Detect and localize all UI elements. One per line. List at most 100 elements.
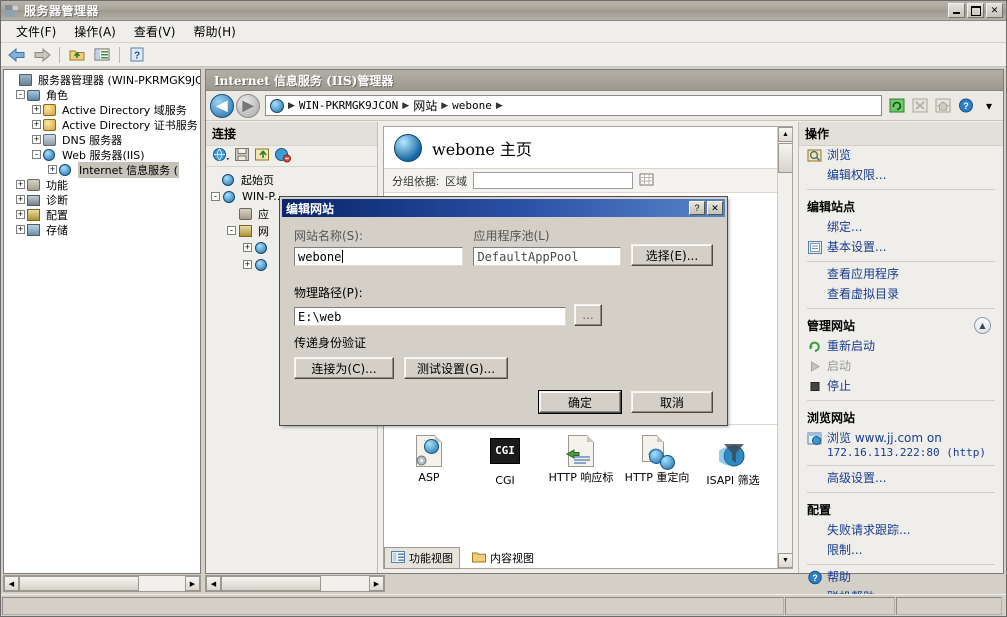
expander-plus-icon[interactable]: + (32, 135, 41, 144)
expander-plus-icon[interactable]: + (16, 195, 25, 204)
chevron-up-icon[interactable]: ▲ (974, 317, 991, 334)
menu-help[interactable]: 帮助(H) (184, 21, 244, 42)
expander-plus-icon[interactable]: + (16, 180, 25, 189)
scroll-right-button[interactable]: ▶ (369, 576, 384, 591)
scroll-right-button[interactable]: ▶ (185, 576, 200, 591)
tree-node-ad-ds[interactable]: + Active Directory 域服务 (6, 102, 200, 117)
tree-node-web-server[interactable]: - Web 服务器(IIS) (6, 147, 200, 162)
dialog-close-button[interactable]: ✕ (707, 201, 723, 215)
stop-icon[interactable] (910, 96, 930, 115)
action-limits[interactable]: 限制... (799, 541, 1003, 561)
scroll-down-button[interactable]: ▼ (778, 553, 792, 568)
connections-horizontal-scrollbar[interactable]: ◀ ▶ (205, 575, 385, 592)
minimize-button[interactable] (948, 3, 965, 18)
breadcrumb-sites[interactable]: 网站 (413, 97, 437, 114)
breadcrumb-site[interactable]: webone (452, 99, 492, 112)
action-browse[interactable]: 浏览 (799, 146, 1003, 166)
cancel-button[interactable]: 取消 (631, 391, 713, 413)
action-restart[interactable]: 重新启动 (799, 337, 1003, 357)
connect-icon[interactable] (212, 147, 230, 166)
refresh-icon[interactable] (887, 96, 907, 115)
browse-path-button[interactable]: ... (574, 304, 602, 326)
tree-node-configuration[interactable]: + 配置 (6, 207, 200, 222)
breadcrumb[interactable]: ▶ WIN-PKRMGK9JCON ▶ 网站 ▶ webone ▶ (265, 95, 882, 116)
connection-node-start-page[interactable]: 起始页 (210, 171, 377, 188)
action-view-applications[interactable]: 查看应用程序 (799, 265, 1003, 285)
home-icon[interactable] (933, 96, 953, 115)
save-icon[interactable] (234, 147, 250, 165)
disconnect-icon[interactable] (274, 147, 292, 166)
menu-view[interactable]: 查看(V) (125, 21, 185, 42)
help-icon[interactable]: ? (956, 96, 976, 115)
feature-http-redirect[interactable]: HTTP 重定向 (622, 435, 692, 488)
tree-node-server-manager[interactable]: 服务器管理器 (WIN-PKRMGK9JCO (6, 72, 200, 87)
expander-plus-icon[interactable]: + (16, 210, 25, 219)
server-manager-tree-panel[interactable]: 服务器管理器 (WIN-PKRMGK9JCO - 角色 + Active Dir… (3, 69, 201, 574)
back-button[interactable]: ◀ (210, 93, 234, 118)
start-page-icon[interactable] (254, 147, 270, 165)
help-icon[interactable]: ? (126, 45, 148, 65)
action-bindings[interactable]: 绑定... (799, 218, 1003, 238)
content-vertical-scrollbar[interactable]: ▲ ▼ (777, 127, 792, 568)
scroll-left-button[interactable]: ◀ (4, 576, 19, 591)
properties-icon[interactable] (91, 45, 113, 65)
tree-node-diagnostics[interactable]: + 诊断 (6, 192, 200, 207)
expander-plus-icon[interactable]: + (32, 120, 41, 129)
expander-minus-icon[interactable]: - (227, 226, 236, 235)
edit-site-dialog[interactable]: 编辑网站 ? ✕ 网站名称(S): webone 应用程序池(L) Defaul… (279, 196, 728, 426)
expander-plus-icon[interactable]: + (243, 243, 252, 252)
tree-horizontal-scrollbar[interactable]: ◀ ▶ (3, 575, 201, 592)
expander-minus-icon[interactable]: - (211, 192, 220, 201)
up-folder-icon[interactable] (66, 45, 88, 65)
back-arrow-icon[interactable] (6, 45, 28, 65)
scroll-left-button[interactable]: ◀ (206, 576, 221, 591)
tree-node-dns[interactable]: + DNS 服务器 (6, 132, 200, 147)
scroll-thumb[interactable] (778, 143, 792, 173)
action-failed-request-tracing[interactable]: 失败请求跟踪... (799, 521, 1003, 541)
forward-button[interactable]: ▶ (236, 93, 260, 118)
action-stop[interactable]: 停止 (799, 377, 1003, 397)
expander-plus-icon[interactable]: + (32, 105, 41, 114)
feature-http-response-headers[interactable]: HTTP 响应标 (546, 435, 616, 488)
action-browse-site-url[interactable]: 浏览 www.jj.com on 172.16.113.222:80 (http… (799, 429, 1003, 462)
tree-node-iis[interactable]: + Internet 信息服务 ( (6, 161, 200, 178)
action-advanced-settings[interactable]: 高级设置... (799, 469, 1003, 489)
action-basic-settings[interactable]: 基本设置... (799, 238, 1003, 258)
scroll-thumb[interactable] (19, 576, 139, 591)
forward-arrow-icon[interactable] (31, 45, 53, 65)
physical-path-input[interactable]: E:\web (294, 307, 566, 326)
ok-button[interactable]: 确定 (539, 391, 621, 413)
expander-plus-icon[interactable]: + (243, 260, 252, 269)
tree-node-features[interactable]: + 功能 (6, 177, 200, 192)
action-help[interactable]: ? 帮助 (799, 568, 1003, 588)
site-name-input[interactable]: webone (294, 247, 464, 266)
close-button[interactable] (986, 3, 1003, 18)
tab-content-view[interactable]: 内容视图 (466, 548, 540, 568)
expander-minus-icon[interactable]: - (32, 150, 41, 159)
chevron-down-icon[interactable]: ▾ (979, 96, 999, 115)
expander-plus-icon[interactable]: + (16, 225, 25, 234)
tree-node-ad-cs[interactable]: + Active Directory 证书服务 (6, 117, 200, 132)
connect-as-button[interactable]: 连接为(C)... (294, 357, 394, 379)
grid-view-icon[interactable] (639, 173, 654, 189)
tree-node-storage[interactable]: + 存储 (6, 222, 200, 237)
select-app-pool-button[interactable]: 选择(E)... (631, 244, 713, 266)
menu-file[interactable]: 文件(F) (7, 21, 65, 42)
menu-action[interactable]: 操作(A) (65, 21, 125, 42)
action-edit-permissions[interactable]: 编辑权限... (799, 166, 1003, 186)
scroll-thumb[interactable] (221, 576, 321, 591)
expander-minus-icon[interactable]: - (16, 90, 25, 99)
tab-features-view[interactable]: 功能视图 (384, 547, 460, 569)
test-settings-button[interactable]: 测试设置(G)... (404, 357, 508, 379)
feature-isapi-filters[interactable]: ISAPI 筛选 (698, 435, 768, 488)
action-view-virtual-directories[interactable]: 查看虚拟目录 (799, 285, 1003, 305)
feature-cgi[interactable]: CGI CGI (470, 435, 540, 488)
breadcrumb-server[interactable]: WIN-PKRMGK9JCON (299, 99, 398, 112)
expander-plus-icon[interactable]: + (48, 165, 57, 174)
tree-node-roles[interactable]: - 角色 (6, 87, 200, 102)
dialog-help-button[interactable]: ? (689, 201, 705, 215)
maximize-button[interactable] (967, 3, 984, 18)
scroll-up-button[interactable]: ▲ (778, 127, 792, 142)
group-by-combo[interactable] (473, 172, 634, 189)
feature-asp[interactable]: ASP (394, 435, 464, 488)
